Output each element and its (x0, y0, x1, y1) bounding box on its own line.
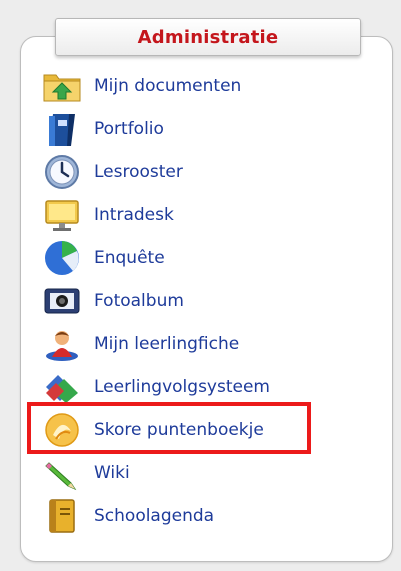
student-icon (40, 324, 84, 364)
menu-item-mijn-leerlingfiche[interactable]: Mijn leerlingfiche (40, 324, 360, 364)
menu-item-leerlingvolgsysteem[interactable]: Leerlingvolgsysteem (40, 367, 360, 407)
menu-item-label: Leerlingvolgsysteem (94, 377, 270, 397)
portfolio-binder-icon (40, 109, 84, 149)
menu-item-label: Mijn documenten (94, 76, 242, 96)
menu-item-wiki[interactable]: Wiki (40, 453, 360, 493)
menu-item-schoolagenda[interactable]: Schoolagenda (40, 496, 360, 536)
clock-icon (40, 152, 84, 192)
menu-item-portfolio[interactable]: Portfolio (40, 109, 360, 149)
menu-item-label: Schoolagenda (94, 506, 215, 526)
pie-chart-icon (40, 238, 84, 278)
menu-item-label: Fotoalbum (94, 291, 184, 311)
menu-item-label: Mijn leerlingfiche (94, 334, 240, 354)
menu-item-lesrooster[interactable]: Lesrooster (40, 152, 360, 192)
highlight-box (27, 402, 311, 454)
menu-item-label: Lesrooster (94, 162, 183, 182)
menu-item-label: Enquête (94, 248, 165, 268)
menu-item-label: Portfolio (94, 119, 164, 139)
admin-menu: Mijn documenten Portfolio Lesrooster Int… (0, 0, 401, 571)
tracking-icon (40, 367, 84, 407)
folder-upload-icon (40, 66, 84, 106)
menu-item-label: Wiki (94, 463, 130, 483)
menu-item-label: Intradesk (94, 205, 174, 225)
monitor-icon (40, 195, 84, 235)
menu-item-mijn-documenten[interactable]: Mijn documenten (40, 66, 360, 106)
agenda-book-icon (40, 496, 84, 536)
menu-item-enquete[interactable]: Enquête (40, 238, 360, 278)
pencil-icon (40, 453, 84, 493)
menu-item-intradesk[interactable]: Intradesk (40, 195, 360, 235)
menu-item-fotoalbum[interactable]: Fotoalbum (40, 281, 360, 321)
camera-icon (40, 281, 84, 321)
